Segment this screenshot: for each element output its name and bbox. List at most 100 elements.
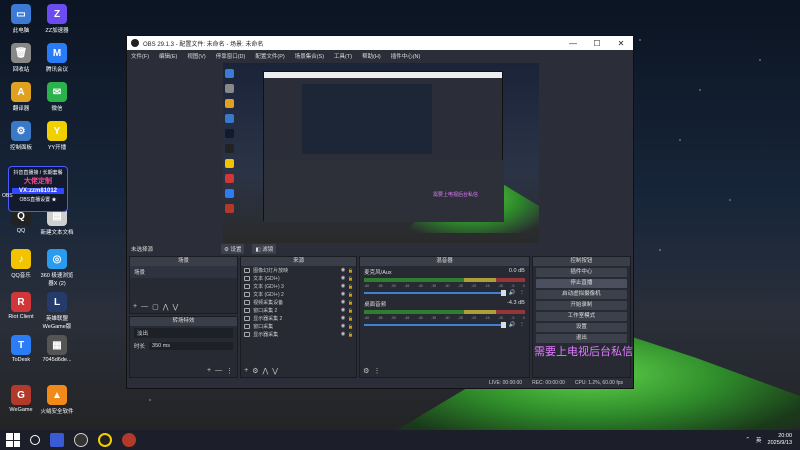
program-preview[interactable]: 需要上电视后台私信 (223, 63, 539, 243)
source-properties-button[interactable]: ⚙ (252, 367, 258, 375)
source-item[interactable]: 显示器采集 ◉ 🔓 (241, 330, 356, 338)
lock-icon[interactable]: 🔓 (348, 276, 353, 281)
lock-icon[interactable]: 🔓 (348, 316, 353, 321)
source-item[interactable]: 视频采集设备 ◉ 🔓 (241, 298, 356, 306)
desktop-icon[interactable]: M 腾讯会议 (40, 43, 74, 73)
scene-down-button[interactable]: ⋁ (172, 303, 178, 311)
lock-icon[interactable]: 🔓 (348, 324, 353, 329)
volume-slider[interactable] (364, 322, 507, 328)
desktop-icon[interactable]: ▭ 此电脑 (4, 4, 38, 34)
lock-icon[interactable]: 🔓 (348, 332, 353, 337)
visibility-eye-icon[interactable]: ◉ (341, 291, 345, 297)
mixer-menu-icon[interactable]: ⋮ (373, 367, 380, 375)
desktop-icon[interactable]: ◎ 360 极速浏览器X (2) (40, 249, 74, 287)
source-settings-button[interactable]: ⚙ 设置 (221, 243, 245, 254)
visibility-eye-icon[interactable]: ◉ (341, 331, 345, 337)
desktop-icon[interactable]: Z ZZ加速器 (40, 4, 74, 34)
desktop-icon[interactable]: ✉ 微信 (40, 82, 74, 112)
remove-scene-button[interactable]: — (141, 303, 148, 311)
transition-menu-button[interactable]: ⋮ (226, 367, 233, 375)
visibility-eye-icon[interactable]: ◉ (341, 315, 345, 321)
lock-icon[interactable]: 🔓 (348, 292, 353, 297)
lock-icon[interactable]: 🔓 (348, 284, 353, 289)
yy-taskbar-icon[interactable] (98, 433, 112, 447)
source-up-button[interactable]: ⋀ (262, 367, 268, 375)
menu-docks[interactable]: 停靠窗口(D) (216, 52, 246, 60)
channel-menu-icon[interactable]: ⋮ (519, 290, 525, 296)
menu-profile[interactable]: 配置文件(P) (255, 52, 284, 60)
clock[interactable]: 20:00 2025/9/13 (768, 433, 792, 447)
add-transition-button[interactable]: + (207, 367, 211, 375)
obs-desktop-label[interactable]: OBS (2, 193, 13, 199)
menu-edit[interactable]: 编辑(E) (159, 52, 177, 60)
menu-help[interactable]: 帮助(H) (362, 52, 381, 60)
add-scene-button[interactable]: + (133, 303, 137, 311)
control-button[interactable]: 插件中心 (535, 268, 627, 277)
scene-item[interactable]: 场景 (130, 266, 238, 278)
close-button[interactable]: ✕ (609, 39, 633, 48)
volume-slider[interactable] (364, 290, 507, 296)
transition-type-select[interactable]: 淡出 (134, 328, 234, 338)
source-item[interactable]: 窗口采集 2 ◉ 🔓 (241, 306, 356, 314)
minimize-button[interactable]: — (561, 39, 585, 48)
ime-indicator[interactable]: 英 (756, 436, 762, 444)
lock-icon[interactable]: 🔓 (348, 268, 353, 273)
lock-icon[interactable]: 🔓 (348, 308, 353, 313)
add-source-button[interactable]: + (244, 367, 248, 375)
remove-transition-button[interactable]: — (215, 367, 222, 375)
promo-badge[interactable]: 抖音直播接 / 长期套餐 大佬定制 VX:zzm81012 OBS直播设置 ★ (8, 166, 68, 212)
control-button[interactable]: 退出 (535, 334, 627, 343)
file-explorer-icon[interactable] (50, 433, 64, 447)
visibility-eye-icon[interactable]: ◉ (341, 275, 345, 281)
menu-tools[interactable]: 工具(T) (334, 52, 352, 60)
control-button[interactable]: 启动虚拟摄像机 (535, 290, 627, 299)
scene-filters-button[interactable]: ▢ (152, 303, 159, 311)
desktop-icon[interactable]: T ToDesk (4, 335, 38, 363)
visibility-eye-icon[interactable]: ◉ (341, 299, 345, 305)
desktop-icon[interactable]: ▦ 7045d6de... (40, 335, 74, 363)
channel-menu-icon[interactable]: ⋮ (519, 322, 525, 328)
maximize-button[interactable]: ☐ (585, 39, 609, 48)
control-button[interactable]: 设置 (535, 323, 627, 332)
desktop-icon[interactable]: 🗑 回收站 (4, 43, 38, 73)
desktop-icon[interactable]: A 翻译器 (4, 82, 38, 112)
start-icon[interactable] (6, 433, 20, 447)
wegame-taskbar-icon[interactable] (122, 433, 136, 447)
control-button[interactable]: 开始录制 (535, 301, 627, 310)
tray-chevron-icon[interactable]: ⌃ (745, 437, 750, 443)
obs-taskbar-icon[interactable] (74, 433, 88, 447)
menu-view[interactable]: 视图(V) (187, 52, 205, 60)
visibility-eye-icon[interactable]: ◉ (341, 267, 345, 273)
menu-file[interactable]: 文件(F) (131, 52, 149, 60)
scene-up-button[interactable]: ⋀ (163, 303, 169, 311)
source-down-button[interactable]: ⋁ (272, 367, 278, 375)
source-item[interactable]: 窗口采集 ◉ 🔓 (241, 322, 356, 330)
visibility-eye-icon[interactable]: ◉ (341, 323, 345, 329)
control-button[interactable]: 停止直播 (535, 279, 627, 288)
mixer-settings-icon[interactable]: ⚙ (363, 367, 369, 375)
visibility-eye-icon[interactable]: ◉ (341, 283, 345, 289)
menu-scene-collection[interactable]: 场景集合(S) (295, 52, 324, 60)
control-button[interactable]: 工作室模式 (535, 312, 627, 321)
source-item[interactable]: 文本 (GDI+) 2 ◉ 🔓 (241, 290, 356, 298)
source-filters-button[interactable]: ◧ 滤镜 (252, 243, 277, 254)
lock-icon[interactable]: 🔓 (348, 300, 353, 305)
search-icon[interactable] (30, 435, 40, 445)
desktop-icon[interactable]: ⚙ 控制面板 (4, 121, 38, 151)
desktop-icon[interactable]: R Riot Client (4, 292, 38, 320)
source-item[interactable]: 图像幻灯片放映 ◉ 🔓 (241, 266, 356, 274)
source-item[interactable]: 显示器采集 2 ◉ 🔓 (241, 314, 356, 322)
menu-plugins[interactable]: 插件中心(N) (391, 52, 421, 60)
desktop-icon[interactable]: L 英雄联盟 WeGame版 (40, 292, 74, 330)
desktop-icon[interactable]: ♪ QQ音乐 (4, 249, 38, 279)
source-item[interactable]: 文本 (GDI+) ◉ 🔓 (241, 274, 356, 282)
speaker-icon[interactable]: 🔊 (508, 322, 515, 328)
desktop-icon[interactable]: G WeGame (4, 385, 38, 413)
source-item[interactable]: 文本 (GDI+) 3 ◉ 🔓 (241, 282, 356, 290)
visibility-eye-icon[interactable]: ◉ (341, 307, 345, 313)
desktop-icon[interactable]: Y YY开播 (40, 121, 74, 151)
desktop-icon[interactable]: ▲ 火绒安全软件 (40, 385, 74, 415)
obs-titlebar[interactable]: OBS 29.1.3 - 配置文件: 未命名 - 场景: 未命名 — ☐ ✕ (127, 36, 633, 50)
duration-input[interactable]: 350 ms (149, 342, 234, 350)
speaker-icon[interactable]: 🔊 (508, 290, 515, 296)
